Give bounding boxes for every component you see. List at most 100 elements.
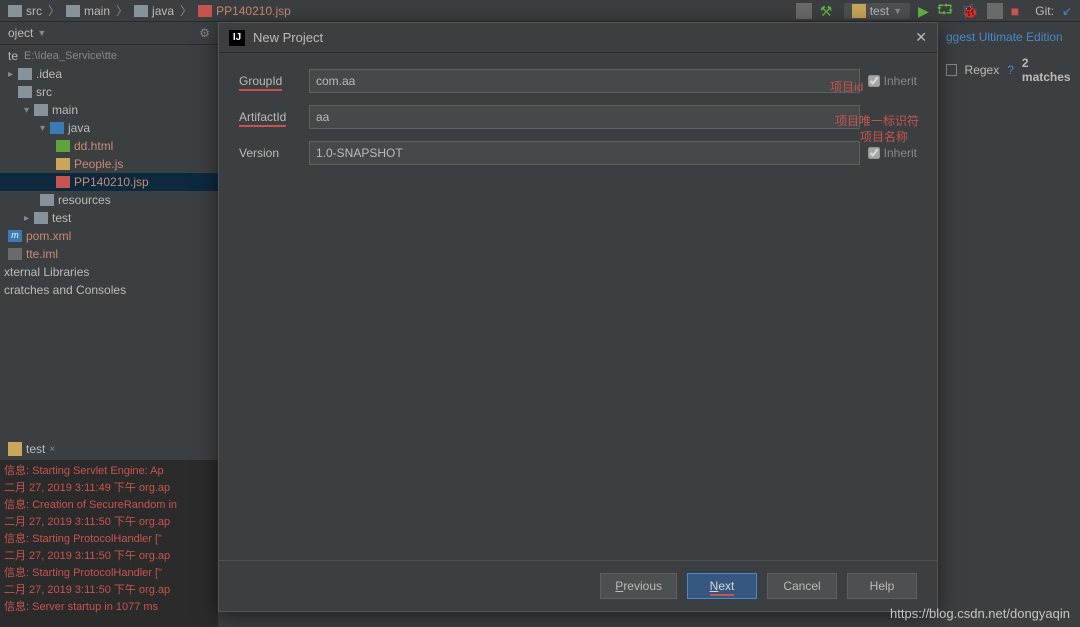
project-panel-header: oject ▼ ⚙ xyxy=(0,22,218,45)
console-line: 二月 27, 2019 3:11:50 下午 org.ap xyxy=(4,582,214,599)
console-line: 信息: Starting ProtocolHandler [" xyxy=(4,565,214,582)
tree-item[interactable]: resources xyxy=(0,191,218,209)
dialog-title: New Project xyxy=(253,30,323,45)
breadcrumb-item[interactable]: PP140210.jsp xyxy=(194,4,295,18)
help-icon[interactable]: ? xyxy=(1007,63,1014,77)
chevron-right-icon: ▸ xyxy=(24,213,34,224)
run-icon[interactable]: ▶ xyxy=(918,3,929,20)
html-file-icon xyxy=(56,140,70,152)
dialog-footer: Previous Next Cancel Help xyxy=(219,560,937,611)
version-label: Version xyxy=(239,146,309,160)
run-config-label: test xyxy=(870,4,889,18)
new-project-dialog: IJ New Project ✕ GroupId Inherit Artifac… xyxy=(218,22,938,612)
chevron-right-icon: 〉 xyxy=(48,2,60,19)
layout-icon[interactable] xyxy=(796,3,812,19)
tree-label: src xyxy=(36,85,52,99)
breadcrumb-item[interactable]: java xyxy=(130,4,178,18)
dialog-body: GroupId Inherit ArtifactId Inherit Versi… xyxy=(219,53,937,560)
help-button[interactable]: Help xyxy=(847,573,917,599)
breadcrumb-item[interactable]: src xyxy=(4,4,46,18)
tree-item[interactable]: tte.iml xyxy=(0,245,218,263)
project-panel-title: oject xyxy=(8,26,33,40)
inherit-group: Inherit xyxy=(868,146,917,160)
folder-icon xyxy=(66,5,80,17)
profile-icon[interactable] xyxy=(987,3,1003,19)
stop-icon[interactable]: ■ xyxy=(1011,3,1019,19)
tree-item[interactable]: ▾ java xyxy=(0,119,218,137)
tree-label: tte.iml xyxy=(26,247,58,261)
inherit-checkbox[interactable] xyxy=(868,75,880,87)
console-line: 二月 27, 2019 3:11:50 下午 org.ap xyxy=(4,548,214,565)
run-console: test × 信息: Starting Servlet Engine: Ap 二… xyxy=(0,438,218,627)
tree-item[interactable]: ▸ .idea xyxy=(0,65,218,83)
hammer-icon[interactable]: ⚒ xyxy=(820,3,836,19)
close-icon[interactable]: ✕ xyxy=(915,29,927,46)
cancel-button[interactable]: Cancel xyxy=(767,573,837,599)
version-row: Version Inherit xyxy=(239,141,917,165)
tree-label: PP140210.jsp xyxy=(74,175,149,189)
tree-item[interactable]: dd.html xyxy=(0,137,218,155)
console-output[interactable]: 信息: Starting Servlet Engine: Ap 二月 27, 2… xyxy=(0,461,218,618)
next-button[interactable]: Next xyxy=(687,573,757,599)
folder-icon xyxy=(34,212,48,224)
jsp-file-icon xyxy=(198,5,212,17)
tree-item[interactable]: src xyxy=(0,83,218,101)
chevron-right-icon: 〉 xyxy=(180,2,192,19)
tree-item[interactable]: ▾ main xyxy=(0,101,218,119)
debug-icon[interactable]: ⮔ xyxy=(937,0,954,23)
tree-label: main xyxy=(52,103,78,117)
tree-item-root[interactable]: te E:\Idea_Service\tte xyxy=(0,47,218,65)
chevron-down-icon: ▼ xyxy=(893,6,902,16)
jsp-file-icon xyxy=(56,176,70,188)
tree-item-libraries[interactable]: xternal Libraries xyxy=(0,263,218,281)
chevron-right-icon: 〉 xyxy=(116,2,128,19)
annotation-artifactid-2: 项目名称 xyxy=(860,128,908,145)
tomcat-icon xyxy=(852,4,866,18)
watermark: https://blog.csdn.net/dongyaqin xyxy=(890,606,1070,621)
console-line: 二月 27, 2019 3:11:49 下午 org.ap xyxy=(4,480,214,497)
breadcrumb-item[interactable]: main xyxy=(62,4,114,18)
tree-label: .idea xyxy=(36,67,62,81)
run-config-selector[interactable]: test ▼ xyxy=(844,3,910,19)
match-count: 2 matches xyxy=(1022,56,1072,84)
version-input[interactable] xyxy=(309,141,860,165)
console-line: 信息: Starting ProtocolHandler [" xyxy=(4,531,214,548)
dialog-titlebar[interactable]: IJ New Project ✕ xyxy=(219,23,937,53)
breadcrumb-label: main xyxy=(84,4,110,18)
tree-label: cratches and Consoles xyxy=(4,283,126,297)
tree-item[interactable]: ▸ test xyxy=(0,209,218,227)
tree-item-selected[interactable]: PP140210.jsp xyxy=(0,173,218,191)
top-toolbar: ⚒ test ▼ ▶ ⮔ 🐞 ■ Git: ↙ xyxy=(788,0,1080,22)
console-line: 二月 27, 2019 3:11:50 下午 org.ap xyxy=(4,514,214,531)
chevron-down-icon[interactable]: ▼ xyxy=(37,28,46,38)
folder-icon xyxy=(8,5,22,17)
folder-icon xyxy=(134,5,148,17)
tree-item-scratches[interactable]: cratches and Consoles xyxy=(0,281,218,299)
inherit-label: Inherit xyxy=(884,74,917,88)
iml-file-icon xyxy=(8,248,22,260)
tree-label: test xyxy=(52,211,71,225)
tree-item[interactable]: m pom.xml xyxy=(0,227,218,245)
previous-button[interactable]: Previous xyxy=(600,573,677,599)
close-icon[interactable]: × xyxy=(49,444,55,455)
edition-banner[interactable]: ggest Ultimate Edition xyxy=(946,30,1072,44)
folder-icon xyxy=(40,194,54,206)
folder-icon xyxy=(18,68,32,80)
groupid-row: GroupId Inherit xyxy=(239,69,917,93)
editor-right-area: ggest Ultimate Edition Regex ? 2 matches xyxy=(938,22,1080,92)
console-tab[interactable]: test × xyxy=(0,438,218,461)
gear-icon[interactable]: ⚙ xyxy=(199,26,210,40)
chevron-down-icon: ▾ xyxy=(24,105,34,116)
tree-label: pom.xml xyxy=(26,229,71,243)
git-update-icon[interactable]: ↙ xyxy=(1062,4,1072,18)
groupid-input[interactable] xyxy=(309,69,860,93)
inherit-checkbox[interactable] xyxy=(868,147,880,159)
tree-path: E:\Idea_Service\tte xyxy=(24,50,117,62)
regex-checkbox[interactable] xyxy=(946,64,957,76)
tree-label: People.js xyxy=(74,157,123,171)
groupid-label: GroupId xyxy=(239,74,309,88)
coverage-icon[interactable]: 🐞 xyxy=(961,3,978,20)
tree-item[interactable]: People.js xyxy=(0,155,218,173)
folder-icon xyxy=(34,104,48,116)
artifactid-input[interactable] xyxy=(309,105,860,129)
